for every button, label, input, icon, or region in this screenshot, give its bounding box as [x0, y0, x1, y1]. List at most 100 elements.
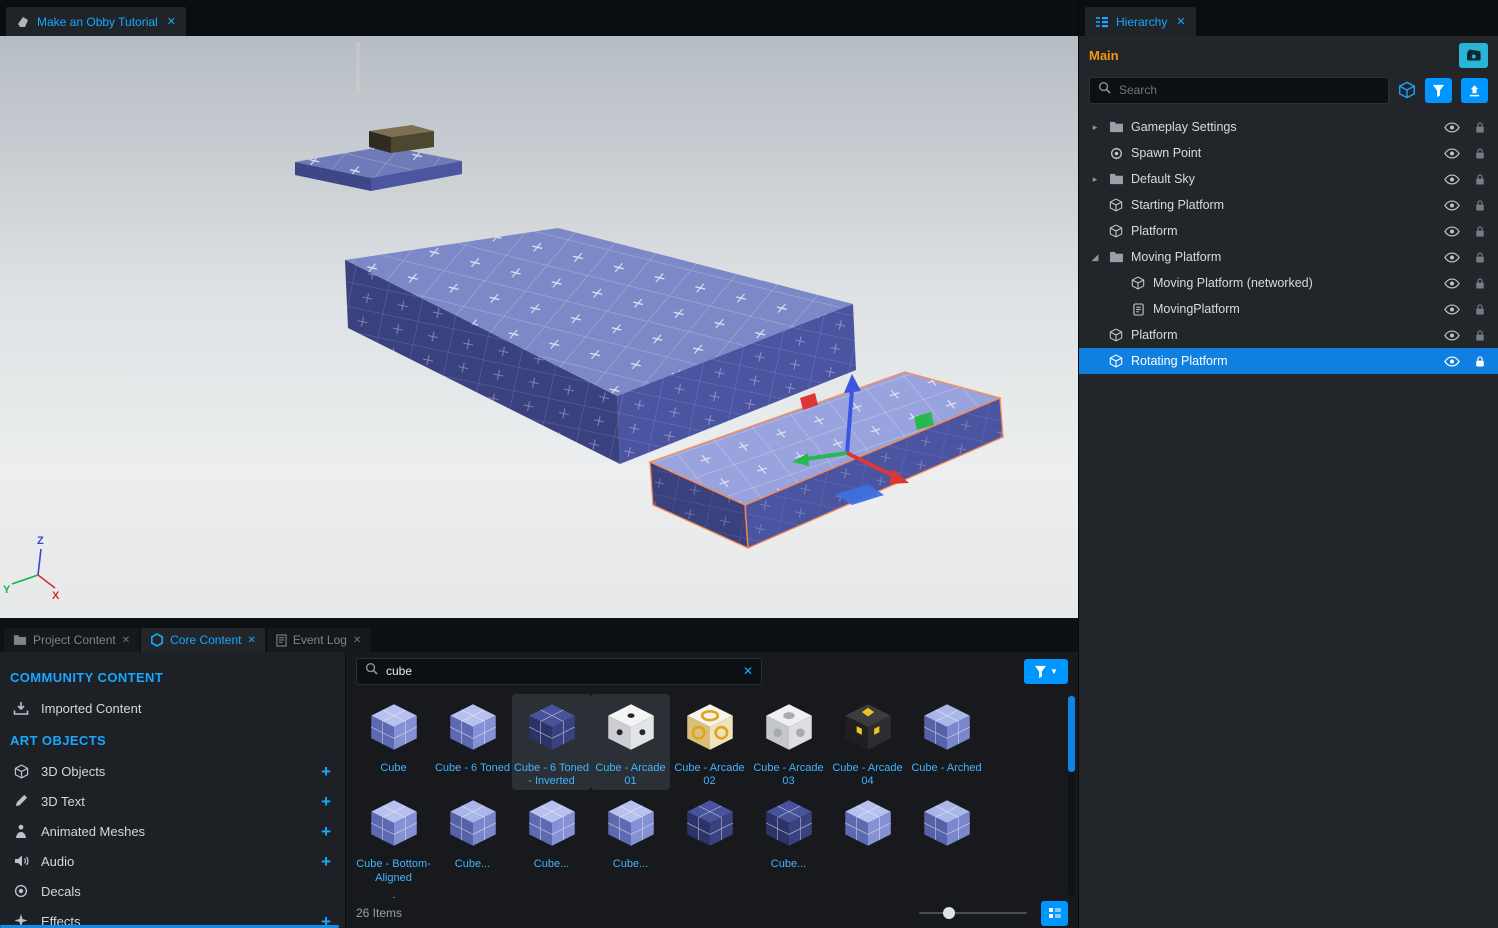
hierarchy-row-moving-platform[interactable]: ◢Moving Platform — [1079, 244, 1498, 270]
slider-knob[interactable] — [943, 907, 955, 919]
asset-item[interactable]: Cube - Arched — [907, 694, 986, 790]
asset-item[interactable]: Cube... — [591, 790, 670, 886]
expander-collapsed-icon[interactable]: ▸ — [1089, 122, 1101, 133]
visibility-eye-icon[interactable] — [1443, 330, 1461, 341]
scene-camera-button[interactable] — [1459, 43, 1488, 68]
asset-item[interactable] — [828, 790, 907, 886]
visibility-eye-icon[interactable] — [1443, 226, 1461, 237]
asset-item[interactable]: Cube - Arcade 03 — [749, 694, 828, 790]
hierarchy-row-platform[interactable]: Platform — [1079, 218, 1498, 244]
hierarchy-item-label: Platform — [1131, 224, 1178, 238]
lock-icon[interactable] — [1472, 303, 1488, 316]
tab-project-content[interactable]: Project Content✕ — [4, 628, 139, 652]
expander-expanded-icon[interactable]: ◢ — [1089, 252, 1101, 263]
asset-item[interactable]: Cube... — [433, 790, 512, 886]
clear-search-icon[interactable]: ✕ — [743, 664, 753, 678]
lock-icon[interactable] — [1472, 329, 1488, 342]
asset-search-input[interactable] — [384, 663, 737, 679]
visibility-eye-icon[interactable] — [1443, 200, 1461, 211]
hierarchy-toolbar — [1079, 74, 1498, 106]
asset-item[interactable]: Cube - Bottom-Aligned — [354, 790, 433, 886]
asset-item[interactable]: Cube - Arcade 02 — [670, 694, 749, 790]
hierarchy-row-moving-platform-networked[interactable]: Moving Platform (networked) — [1079, 270, 1498, 296]
sidebar-item-3d-text[interactable]: 3D Text+ — [0, 786, 345, 816]
sidebar-item-animated-meshes[interactable]: Animated Meshes+ — [0, 816, 345, 846]
visibility-eye-icon[interactable] — [1443, 174, 1461, 185]
asset-filter-button[interactable]: ▼ — [1024, 659, 1068, 684]
sidebar-section-art-objects: ART OBJECTS — [0, 723, 345, 756]
grid-scrollbar[interactable] — [1068, 696, 1075, 896]
visibility-eye-icon[interactable] — [1443, 252, 1461, 263]
close-icon[interactable]: ✕ — [122, 635, 130, 646]
hierarchy-row-default-sky[interactable]: ▸Default Sky — [1079, 166, 1498, 192]
hierarchy-row-rotating-platform[interactable]: Rotating Platform — [1079, 348, 1498, 374]
lock-icon[interactable] — [1472, 277, 1488, 290]
close-icon[interactable]: ✕ — [167, 15, 176, 28]
add-button[interactable]: + — [321, 793, 331, 810]
asset-item[interactable]: Cube... — [749, 790, 828, 886]
lock-icon[interactable] — [1472, 355, 1488, 368]
asset-item[interactable]: Cube... — [354, 887, 433, 898]
view-toggle-button[interactable] — [1041, 901, 1068, 926]
asset-item[interactable]: Cube... — [512, 790, 591, 886]
hierarchy-row-movingplatform[interactable]: MovingPlatform — [1079, 296, 1498, 322]
hierarchy-tabbar: Hierarchy ✕ — [1079, 0, 1498, 36]
hierarchy-tab-label: Hierarchy — [1116, 15, 1167, 29]
hierarchy-row-starting-platform[interactable]: Starting Platform — [1079, 192, 1498, 218]
asset-item[interactable] — [433, 887, 512, 898]
close-icon[interactable]: ✕ — [247, 635, 255, 646]
asset-label: Cube - Arcade 02 — [672, 762, 748, 788]
hierarchy-searchbox[interactable] — [1089, 77, 1389, 104]
visibility-eye-icon[interactable] — [1443, 122, 1461, 133]
log-icon — [276, 634, 287, 647]
expander-collapsed-icon[interactable]: ▸ — [1089, 174, 1101, 185]
tab-event-log[interactable]: Event Log✕ — [267, 628, 370, 652]
item-count: 26 Items — [356, 906, 402, 920]
lock-icon[interactable] — [1472, 121, 1488, 134]
hierarchy-row-platform[interactable]: Platform — [1079, 322, 1498, 348]
visibility-eye-icon[interactable] — [1443, 148, 1461, 159]
visibility-eye-icon[interactable] — [1443, 278, 1461, 289]
lock-icon[interactable] — [1472, 199, 1488, 212]
hierarchy-tab[interactable]: Hierarchy ✕ — [1085, 7, 1196, 36]
asset-item[interactable]: Cube - Arcade 04 — [828, 694, 907, 790]
hierarchy-filter-button[interactable] — [1425, 78, 1452, 103]
asset-item[interactable] — [670, 790, 749, 886]
lock-icon[interactable] — [1472, 251, 1488, 264]
sidebar-item-audio[interactable]: Audio+ — [0, 846, 345, 876]
dust-wisp — [356, 42, 360, 94]
asset-item[interactable]: Cube — [354, 694, 433, 790]
viewport[interactable]: Z Y X — [0, 36, 1078, 618]
lock-icon[interactable] — [1472, 147, 1488, 160]
scene-tab[interactable]: Make an Obby Tutorial ✕ — [6, 7, 186, 36]
scene-tab-label: Make an Obby Tutorial — [37, 15, 158, 29]
hierarchy-collapse-button[interactable] — [1461, 78, 1488, 103]
sidebar-item-imported-content[interactable]: Imported Content — [0, 693, 345, 723]
sidebar-item-3d-objects[interactable]: 3D Objects+ — [0, 756, 345, 786]
lock-icon[interactable] — [1472, 173, 1488, 186]
hierarchy-row-spawn-point[interactable]: Spawn Point — [1079, 140, 1498, 166]
cube-thumbnail — [521, 795, 583, 851]
visibility-eye-icon[interactable] — [1443, 356, 1461, 367]
scrollbar-thumb[interactable] — [1068, 696, 1075, 772]
asset-item[interactable]: Cube - 6 Toned — [433, 694, 512, 790]
visibility-eye-icon[interactable] — [1443, 304, 1461, 315]
add-button[interactable]: + — [321, 823, 331, 840]
asset-item[interactable]: Cube - Arcade 01 — [591, 694, 670, 790]
viewport-3d-scene[interactable]: Z Y X — [0, 36, 1078, 618]
focus-object-icon[interactable] — [1398, 81, 1416, 99]
sidebar-item-decals[interactable]: Decals — [0, 876, 345, 906]
asset-grid: CubeCube - 6 TonedCube - 6 Toned - Inver… — [346, 690, 1078, 898]
hierarchy-row-gameplay-settings[interactable]: ▸Gameplay Settings — [1079, 114, 1498, 140]
asset-item[interactable] — [907, 790, 986, 886]
close-icon[interactable]: ✕ — [353, 635, 361, 646]
lock-icon[interactable] — [1472, 225, 1488, 238]
add-button[interactable]: + — [321, 853, 331, 870]
tab-core-content[interactable]: Core Content✕ — [141, 628, 265, 652]
thumbnail-size-slider[interactable] — [919, 912, 1027, 914]
close-icon[interactable]: ✕ — [1176, 15, 1185, 28]
hierarchy-search-input[interactable] — [1117, 82, 1380, 98]
add-button[interactable]: + — [321, 763, 331, 780]
asset-item[interactable]: Cube - 6 Toned - Inverted — [512, 694, 591, 790]
asset-searchbox[interactable]: ✕ — [356, 658, 762, 685]
